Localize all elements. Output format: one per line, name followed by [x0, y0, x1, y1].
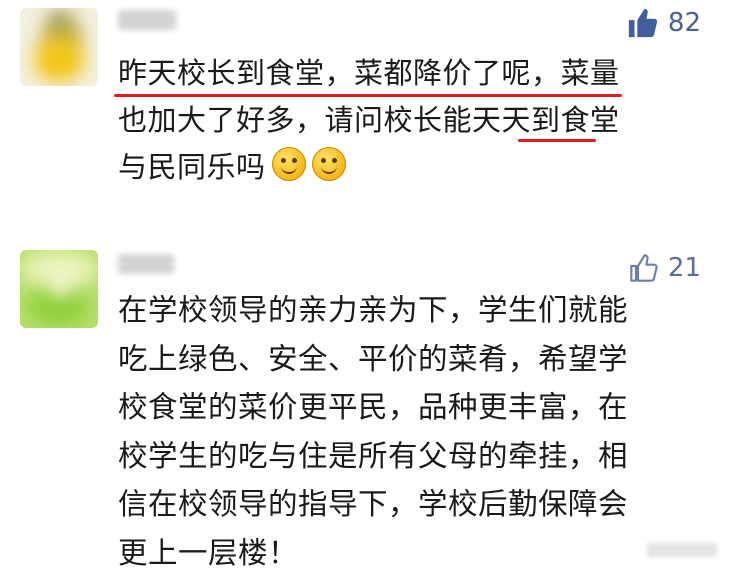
comment-text: 在学校领导的亲力亲为下，学生们就能 吃上绿色、安全、平价的菜肴，希望学 校食堂的… — [118, 286, 714, 577]
comment-item: 21 在学校领导的亲力亲为下，学生们就能 吃上绿色、安全、平价的菜肴，希望学 校… — [0, 236, 729, 565]
watermark — [647, 543, 717, 557]
like-count: 82 — [668, 8, 701, 38]
comment-line: 吃上绿色、安全、平价的菜肴，希望学 — [118, 335, 714, 384]
like-button[interactable]: 21 — [628, 252, 701, 284]
smile-emoji-icon — [272, 147, 306, 181]
comment-line: 校学生的吃与住是所有父母的牵挂，相 — [118, 432, 714, 481]
comment-line: 也加大了好多，请问校长能天天到食堂 — [118, 97, 708, 144]
like-button[interactable]: 82 — [626, 6, 701, 40]
comment-text: 昨天校长到食堂，菜都降价了呢，菜量 也加大了好多，请问校长能天天到食堂 与民同乐… — [118, 50, 708, 191]
smile-emoji-icon — [312, 147, 346, 181]
comment-line: 信在校领导的指导下，学校后勤保障会 — [118, 480, 714, 529]
red-underline — [518, 139, 596, 142]
avatar[interactable] — [20, 8, 98, 86]
comment-line: 更上一层楼！ — [118, 529, 714, 577]
comment-line: 昨天校长到食堂，菜都降价了呢，菜量 — [118, 50, 708, 97]
avatar[interactable] — [20, 250, 98, 328]
comment-line: 与民同乐吗 — [118, 144, 708, 191]
comment-item: 82 昨天校长到食堂，菜都降价了呢，菜量 也加大了好多，请问校长能天天到食堂 与… — [0, 0, 729, 215]
username[interactable] — [118, 10, 176, 30]
red-underline — [114, 94, 622, 97]
comment-line: 在学校领导的亲力亲为下，学生们就能 — [118, 286, 714, 335]
like-count: 21 — [668, 253, 701, 283]
comment-line-text: 与民同乐吗 — [118, 150, 266, 184]
comment-line: 校食堂的菜价更平民，品种更丰富，在 — [118, 383, 714, 432]
thumbs-up-outline-icon — [628, 252, 660, 284]
username[interactable] — [118, 254, 174, 274]
thumbs-up-icon — [626, 6, 660, 40]
